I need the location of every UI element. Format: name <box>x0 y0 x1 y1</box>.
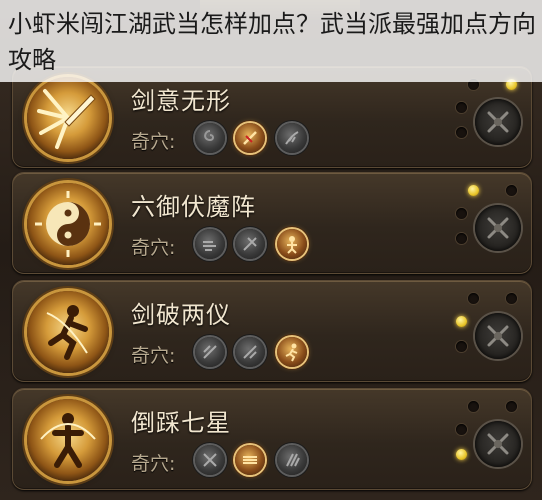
qixue-slot-1[interactable] <box>195 337 225 367</box>
qixue-slot-1[interactable] <box>195 229 225 259</box>
wind-icon <box>203 241 216 251</box>
skill-name: 剑破两仪 <box>131 301 231 329</box>
cross-blade-icon <box>203 453 217 467</box>
talent-dot-top-left[interactable] <box>468 401 479 412</box>
feather-icon <box>285 131 299 145</box>
skill-name: 六御伏魔阵 <box>131 193 256 221</box>
talent-dot-bottom-left[interactable] <box>456 233 467 244</box>
qixue-slot-3[interactable] <box>277 337 307 367</box>
skill-card-4[interactable]: 倒踩七星 奇穴: <box>12 388 532 490</box>
qixue-slot-2[interactable] <box>235 445 265 475</box>
talent-dot-mid-left[interactable] <box>456 424 467 435</box>
yin-yang-icon[interactable] <box>27 183 109 265</box>
caption-text: 小虾米闯江湖武当怎样加点？武当派最强加点方向攻略 <box>8 10 536 74</box>
talent-dot-bottom-left[interactable] <box>456 127 467 138</box>
qixue-slot-3[interactable] <box>277 229 307 259</box>
talent-dot-top-left[interactable] <box>468 293 479 304</box>
talent-dot-mid-left[interactable] <box>456 102 467 113</box>
qixue-label: 奇穴: <box>131 453 176 475</box>
skill-name: 剑意无形 <box>131 87 231 115</box>
claw-icon <box>286 453 300 467</box>
crossed-swords-icon[interactable] <box>475 313 521 359</box>
talent-dot-mid-left[interactable] <box>456 208 467 219</box>
talent-dot-top-right[interactable] <box>506 185 517 196</box>
blade-icon <box>243 237 257 251</box>
running-figure-icon[interactable] <box>27 291 109 373</box>
skill-card-3[interactable]: 剑破两仪 奇穴: <box>12 280 532 382</box>
qixue-slot-3[interactable] <box>277 445 307 475</box>
sword-slash-icon <box>243 131 257 145</box>
warrior-icon <box>287 236 297 254</box>
qixue-label: 奇穴: <box>131 237 176 259</box>
slash-icon <box>203 345 217 359</box>
talent-dot-top-right[interactable] <box>506 401 517 412</box>
qixue-slot-1[interactable] <box>195 445 225 475</box>
talent-dot-mid-left[interactable] <box>456 316 467 327</box>
qixue-slot-2[interactable] <box>235 229 265 259</box>
crossed-swords-icon[interactable] <box>475 99 521 145</box>
caption-overlay: 小虾米闯江湖武当怎样加点？武当派最强加点方向攻略 <box>0 0 542 82</box>
talent-dot-bottom-left[interactable] <box>456 341 467 352</box>
qixue-label: 奇穴: <box>131 131 176 153</box>
talent-dot-bottom-left[interactable] <box>456 449 467 460</box>
strike-icon <box>243 345 257 359</box>
talent-dot-top-right[interactable] <box>506 293 517 304</box>
qixue-label: 奇穴: <box>131 345 176 367</box>
crossed-swords-icon[interactable] <box>475 421 521 467</box>
swirl-icon <box>204 130 214 142</box>
crossed-swords-icon[interactable] <box>475 205 521 251</box>
warrior-figure-icon[interactable] <box>27 399 109 481</box>
qixue-slot-2[interactable] <box>235 123 265 153</box>
qixue-slot-3[interactable] <box>277 123 307 153</box>
qixue-slot-1[interactable] <box>195 123 225 153</box>
runner-icon <box>285 343 298 362</box>
talent-dot-top-left[interactable] <box>468 185 479 196</box>
qixue-slot-2[interactable] <box>235 337 265 367</box>
lines-icon <box>243 456 257 464</box>
skill-card-2[interactable]: 六御伏魔阵 奇穴: <box>12 172 532 274</box>
sword-rays-icon[interactable] <box>27 77 109 159</box>
skill-name: 倒踩七星 <box>131 409 231 437</box>
